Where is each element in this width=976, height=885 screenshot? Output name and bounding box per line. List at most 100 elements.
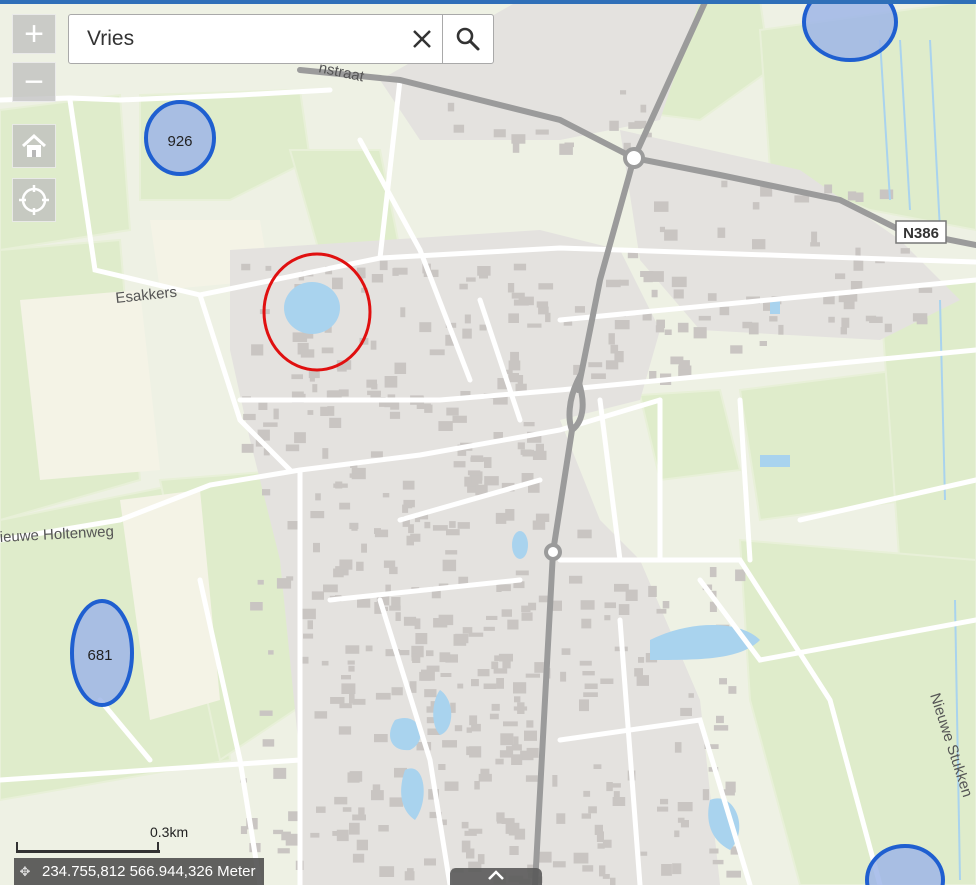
building <box>522 449 535 457</box>
building <box>483 626 495 631</box>
building <box>619 279 629 286</box>
building <box>588 362 603 368</box>
building <box>674 742 682 753</box>
building <box>610 877 616 885</box>
building <box>505 509 515 521</box>
building <box>330 697 345 704</box>
building <box>240 826 248 834</box>
building <box>477 854 485 865</box>
marker-926[interactable]: 926 <box>144 100 216 176</box>
building <box>372 784 381 794</box>
building <box>389 605 401 611</box>
building <box>469 715 478 726</box>
building <box>496 678 504 689</box>
building <box>395 612 401 621</box>
building <box>483 683 497 689</box>
crosshair-icon[interactable]: ✥ <box>14 858 36 885</box>
building <box>429 349 445 356</box>
building <box>525 673 540 678</box>
building <box>688 693 694 698</box>
building <box>707 293 717 301</box>
building <box>348 665 355 672</box>
building <box>393 267 408 275</box>
building <box>517 442 525 450</box>
home-icon <box>21 133 47 157</box>
building <box>336 829 349 842</box>
building <box>709 848 719 854</box>
building <box>404 871 415 881</box>
building <box>332 277 343 290</box>
building <box>579 699 589 712</box>
building <box>321 660 329 666</box>
building <box>474 781 480 790</box>
building <box>640 851 648 856</box>
panel-toggle-tab[interactable] <box>450 868 542 885</box>
building <box>638 657 645 663</box>
building <box>327 406 335 416</box>
locate-button[interactable] <box>12 178 56 222</box>
building <box>495 758 504 765</box>
building <box>673 289 684 299</box>
building <box>286 576 294 581</box>
building <box>315 493 321 501</box>
building <box>477 669 490 677</box>
building <box>333 568 344 578</box>
marker-top-right[interactable] <box>802 0 898 62</box>
building <box>506 746 512 752</box>
search-clear-button[interactable] <box>402 16 442 62</box>
marker-681[interactable]: 681 <box>70 599 134 707</box>
building <box>419 322 432 333</box>
building <box>664 229 678 241</box>
map-canvas[interactable]: nstraat Esakkers ieuwe Holtenweg Nieuwe … <box>0 0 976 885</box>
building <box>612 797 626 806</box>
building <box>370 340 377 350</box>
building <box>672 863 682 875</box>
building <box>702 789 709 801</box>
building <box>382 493 390 498</box>
building <box>303 633 314 639</box>
building <box>498 584 511 592</box>
search-input[interactable] <box>69 15 402 63</box>
building <box>674 830 680 838</box>
building <box>262 739 275 747</box>
building <box>824 184 833 194</box>
building <box>374 734 388 743</box>
building <box>462 627 473 634</box>
building <box>349 693 355 704</box>
building <box>517 375 524 386</box>
building <box>560 671 567 682</box>
building <box>300 349 315 358</box>
building <box>438 421 453 431</box>
building <box>634 668 643 677</box>
building <box>840 327 847 335</box>
building <box>501 818 515 824</box>
building <box>599 865 606 877</box>
building <box>426 717 434 724</box>
zoom-in-button[interactable]: + <box>12 14 56 54</box>
building <box>716 715 724 724</box>
building <box>552 861 566 868</box>
building <box>371 274 384 283</box>
building <box>449 521 456 528</box>
zoom-out-button[interactable]: − <box>12 62 56 102</box>
building <box>865 315 877 322</box>
building <box>335 481 343 489</box>
building <box>273 408 279 420</box>
building <box>446 529 460 536</box>
building <box>453 124 465 133</box>
building <box>439 652 451 663</box>
building <box>402 480 415 490</box>
building <box>424 689 437 698</box>
building <box>394 362 407 374</box>
building <box>517 702 525 714</box>
building <box>459 283 468 290</box>
building <box>321 347 334 354</box>
building <box>400 307 406 318</box>
search-button[interactable] <box>442 15 493 63</box>
building <box>759 341 767 346</box>
building <box>509 846 519 855</box>
building <box>853 260 864 271</box>
home-button[interactable] <box>12 124 56 168</box>
building <box>573 852 589 864</box>
building <box>263 422 278 427</box>
